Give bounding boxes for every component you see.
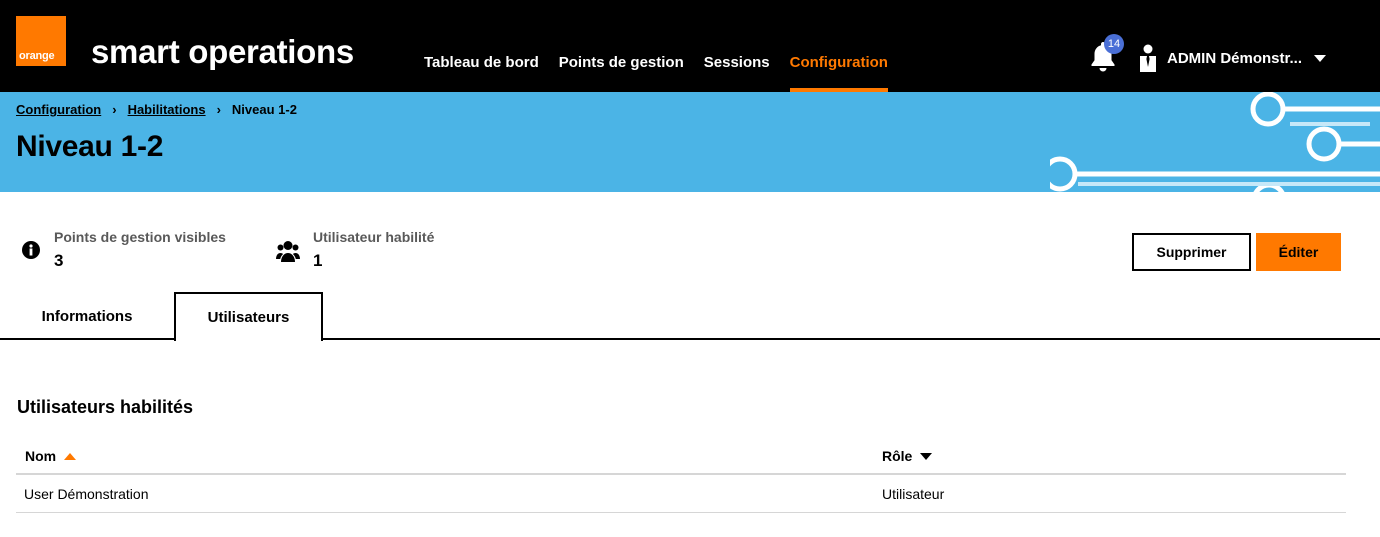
orange-logo[interactable]: orange xyxy=(16,16,66,66)
user-menu[interactable]: ADMIN Démonstr... xyxy=(1138,44,1327,72)
stat-label: Points de gestion visibles xyxy=(54,229,226,245)
stat-label: Utilisateur habilité xyxy=(313,229,435,245)
stat-authorized-users: Utilisateur habilité 1 xyxy=(276,229,434,271)
stat-visible-points: Points de gestion visibles 3 xyxy=(22,229,226,271)
nav-tableau-de-bord[interactable]: Tableau de bord xyxy=(424,0,539,92)
users-table: Nom Rôle User Démonstration Utilisateur xyxy=(16,437,1346,513)
tab-utilisateurs[interactable]: Utilisateurs xyxy=(174,292,323,341)
circuit-decoration xyxy=(1050,92,1380,192)
breadcrumb-habilitations[interactable]: Habilitations xyxy=(128,102,206,117)
chevron-down-icon xyxy=(1314,54,1327,62)
user-icon xyxy=(1140,44,1156,72)
tab-informations[interactable]: Informations xyxy=(0,292,174,340)
table-row[interactable]: User Démonstration Utilisateur xyxy=(16,475,1346,513)
breadcrumb: Configuration › Habilitations › Niveau 1… xyxy=(16,102,297,117)
section-title: Utilisateurs habilités xyxy=(17,397,194,417)
chevron-right-icon: › xyxy=(216,102,221,117)
sort-descending-icon xyxy=(920,452,933,460)
breadcrumb-configuration[interactable]: Configuration xyxy=(16,102,101,117)
app-title: smart operations xyxy=(91,33,354,70)
delete-button[interactable]: Supprimer xyxy=(1132,233,1251,271)
breadcrumb-current: Niveau 1-2 xyxy=(231,102,297,117)
nav-sessions[interactable]: Sessions xyxy=(704,0,770,92)
column-header-nom[interactable]: Nom xyxy=(25,448,77,464)
table-header: Nom Rôle xyxy=(16,437,1346,475)
edit-button[interactable]: Éditer xyxy=(1256,233,1341,271)
stat-value: 3 xyxy=(54,251,64,270)
column-label: Rôle xyxy=(882,448,913,464)
nav-points-de-gestion[interactable]: Points de gestion xyxy=(559,0,684,92)
chevron-right-icon: › xyxy=(112,102,117,117)
page-title: Niveau 1-2 xyxy=(16,130,164,163)
column-label: Nom xyxy=(25,448,57,464)
sort-ascending-icon xyxy=(64,452,77,460)
notification-badge[interactable]: 14 xyxy=(1104,34,1124,54)
column-header-role[interactable]: Rôle xyxy=(882,448,933,464)
users-icon xyxy=(276,241,300,262)
top-navbar: orange smart operations Tableau de bord … xyxy=(0,0,1380,92)
info-icon xyxy=(22,241,40,259)
stat-value: 1 xyxy=(313,251,323,270)
nav-configuration[interactable]: Configuration xyxy=(789,0,889,92)
logo-text: orange xyxy=(19,50,55,62)
tab-bar: Informations Utilisateurs xyxy=(0,292,1380,341)
page-header-banner: Configuration › Habilitations › Niveau 1… xyxy=(0,92,1380,192)
main-nav: Tableau de bord Points de gestion Sessio… xyxy=(424,0,908,92)
cell-role: Utilisateur xyxy=(882,486,945,502)
user-name: ADMIN Démonstr... xyxy=(1167,49,1303,67)
cell-name: User Démonstration xyxy=(24,486,149,502)
